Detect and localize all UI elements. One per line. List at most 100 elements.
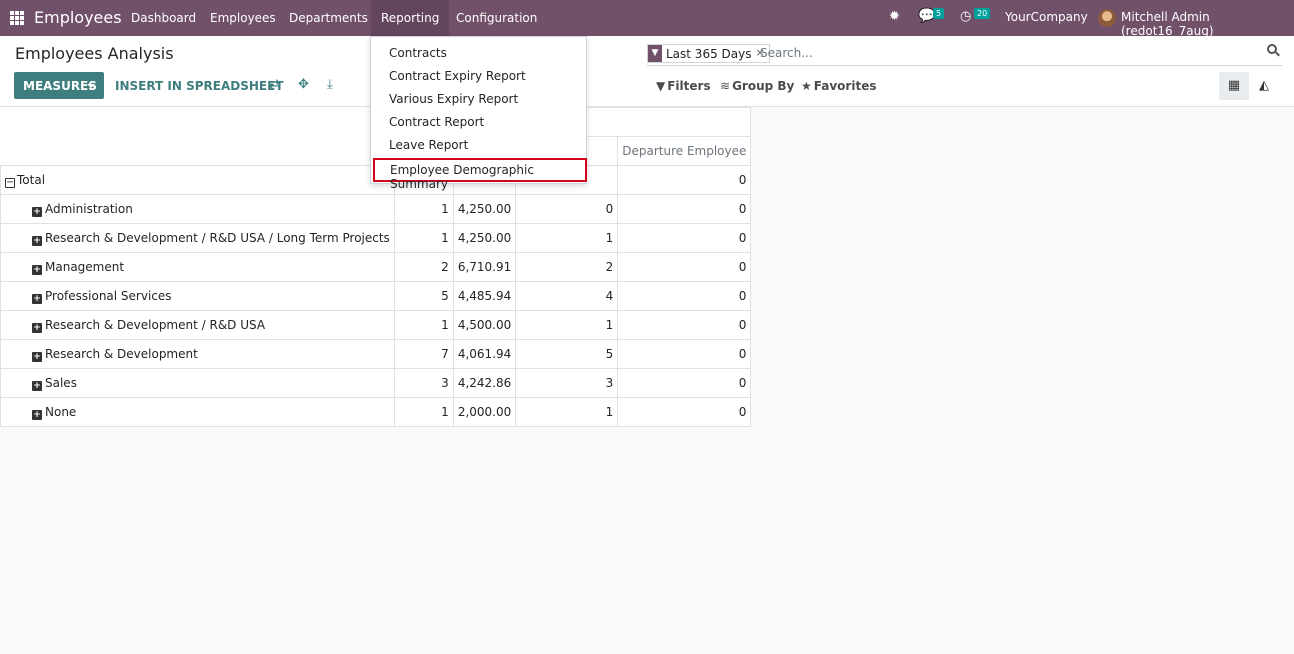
- wage-cell: 4,500.00: [452, 310, 517, 340]
- chat-count-badge: 5: [933, 8, 945, 19]
- count-cell: 1: [393, 194, 454, 224]
- activity-count-badge: 20: [974, 8, 991, 19]
- apps-grid-icon[interactable]: [10, 11, 24, 25]
- favorites-button[interactable]: ★ Favorites: [801, 79, 876, 93]
- row-label: Research & Development / R&D USA / Long …: [45, 230, 390, 245]
- plus-square-icon: +: [32, 351, 42, 362]
- plus-square-icon: +: [32, 409, 42, 420]
- plus-square-icon: +: [32, 322, 42, 333]
- table-row: + Management 2 6,710.91 2 0: [0, 252, 752, 282]
- search-input[interactable]: Search...: [760, 46, 813, 60]
- count-cell: 1: [393, 397, 454, 427]
- menu-item-contract-report[interactable]: Contract Report: [389, 115, 484, 129]
- company-switcher[interactable]: YourCompany: [1005, 10, 1088, 24]
- wage-cell: 4,061.94: [452, 339, 517, 369]
- row-label: Research & Development: [45, 346, 198, 361]
- value-cell: 5: [515, 339, 619, 369]
- search-icon[interactable]: [1267, 44, 1281, 58]
- wage-cell: 6,710.91: [452, 252, 517, 282]
- count-cell: 2: [393, 252, 454, 282]
- bug-icon[interactable]: ✹: [889, 9, 900, 24]
- insert-in-spreadsheet-button[interactable]: INSERT IN SPREADSHEET: [115, 79, 284, 93]
- star-icon: ★: [801, 79, 812, 93]
- user-menu[interactable]: Mitchell Admin (redot16_7aug): [1121, 10, 1294, 38]
- app-brand[interactable]: Employees: [34, 8, 122, 27]
- filters-label: Filters: [667, 79, 711, 93]
- value-cell: 1: [515, 397, 619, 427]
- value-cell: 3: [515, 368, 619, 398]
- menu-reporting[interactable]: Reporting: [371, 0, 450, 36]
- row-header[interactable]: + Management: [0, 252, 395, 282]
- wage-cell: 4,250.00: [452, 223, 517, 253]
- layers-icon: ≋: [720, 79, 731, 93]
- expand-all-icon[interactable]: ✥: [298, 77, 309, 92]
- row-label: Management: [45, 259, 125, 274]
- table-row: + Research & Development / R&D USA 1 4,500.…: [0, 310, 752, 340]
- row-header[interactable]: + None: [0, 397, 395, 427]
- menu-item-leave-report[interactable]: Leave Report: [389, 138, 468, 152]
- departure-cell: 0: [617, 339, 752, 369]
- menu-item-various-expiry-report[interactable]: Various Expiry Report: [389, 92, 518, 106]
- count-cell: 3: [393, 368, 454, 398]
- row-label: Sales: [45, 375, 77, 390]
- row-header[interactable]: + Research & Development / R&D USA / Long…: [0, 223, 395, 253]
- row-header[interactable]: + Professional Services: [0, 281, 395, 311]
- facet-label: Last 365 Days: [666, 47, 752, 61]
- menu-configuration[interactable]: Configuration: [456, 11, 537, 25]
- col-header-departure-employee[interactable]: Departure Employee: [617, 136, 752, 166]
- menu-item-contract-expiry-report[interactable]: Contract Expiry Report: [389, 69, 526, 83]
- row-header[interactable]: + Administration: [0, 194, 395, 224]
- table-row: + Professional Services 5 4,485.94 4 0: [0, 281, 752, 311]
- flip-axis-icon[interactable]: ⇄: [269, 77, 280, 92]
- value-cell: 1: [515, 310, 619, 340]
- measures-button[interactable]: MEASURES: [14, 72, 104, 99]
- table-row: + Research & Development 7 4,061.94 5 0: [0, 339, 752, 369]
- group-by-label: Group By: [732, 79, 795, 93]
- group-by-button[interactable]: ≋ Group By: [720, 79, 794, 93]
- page-title: Employees Analysis: [15, 44, 174, 63]
- menu-item-employee-demographic-summary[interactable]: Employee Demographic Summary: [373, 158, 587, 191]
- activity-clock-icon[interactable]: ◷: [960, 9, 971, 24]
- pivot-corner-lower: [0, 136, 395, 166]
- avatar[interactable]: [1098, 9, 1116, 27]
- menu-dashboard[interactable]: Dashboard: [131, 11, 196, 25]
- search-facet: ▼ Last 365 Days ×: [647, 44, 770, 63]
- favorites-label: Favorites: [813, 79, 877, 93]
- search-bar: ▼ Last 365 Days × Search...: [647, 41, 1282, 66]
- filters-button[interactable]: ▼ Filters: [656, 79, 711, 93]
- wage-cell: 4,485.94: [452, 281, 517, 311]
- table-grid-icon: ▦: [1227, 78, 1241, 93]
- graph-view-button[interactable]: ◭: [1249, 72, 1279, 100]
- total-departure-cell: 0: [617, 165, 752, 195]
- table-row: + Research & Development / R&D USA / Long…: [0, 223, 752, 253]
- funnel-icon: ▼: [656, 79, 666, 93]
- control-panel: Employees Analysis MEASURES INSERT IN SP…: [0, 36, 1294, 107]
- count-cell: 1: [393, 223, 454, 253]
- minus-square-icon: −: [5, 176, 15, 188]
- plus-square-icon: +: [32, 264, 42, 275]
- plus-square-icon: +: [32, 235, 42, 246]
- pivot-view-button[interactable]: ▦: [1219, 72, 1249, 100]
- plus-square-icon: +: [32, 206, 42, 217]
- departure-cell: 0: [617, 310, 752, 340]
- download-icon[interactable]: ⤓: [327, 77, 333, 92]
- menu-employees[interactable]: Employees: [210, 11, 276, 25]
- row-header[interactable]: + Sales: [0, 368, 395, 398]
- departure-cell: 0: [617, 252, 752, 282]
- menu-item-contracts[interactable]: Contracts: [389, 46, 447, 60]
- area-chart-icon: ◭: [1259, 78, 1269, 93]
- value-cell: 1: [515, 223, 619, 253]
- total-label: Total: [17, 172, 46, 187]
- wage-cell: 2,000.00: [452, 397, 517, 427]
- row-header[interactable]: + Research & Development / R&D USA: [0, 310, 395, 340]
- menu-departments[interactable]: Departments: [289, 11, 368, 25]
- wage-cell: 4,250.00: [452, 194, 517, 224]
- measures-label: MEASURES: [23, 79, 97, 93]
- row-header[interactable]: + Research & Development: [0, 339, 395, 369]
- value-cell: 4: [515, 281, 619, 311]
- reporting-dropdown-menu: Contracts Contract Expiry Report Various…: [370, 36, 587, 191]
- row-header-total[interactable]: − Total: [0, 165, 395, 195]
- value-cell: 2: [515, 252, 619, 282]
- count-cell: 5: [393, 281, 454, 311]
- caret-down-icon: [87, 84, 95, 88]
